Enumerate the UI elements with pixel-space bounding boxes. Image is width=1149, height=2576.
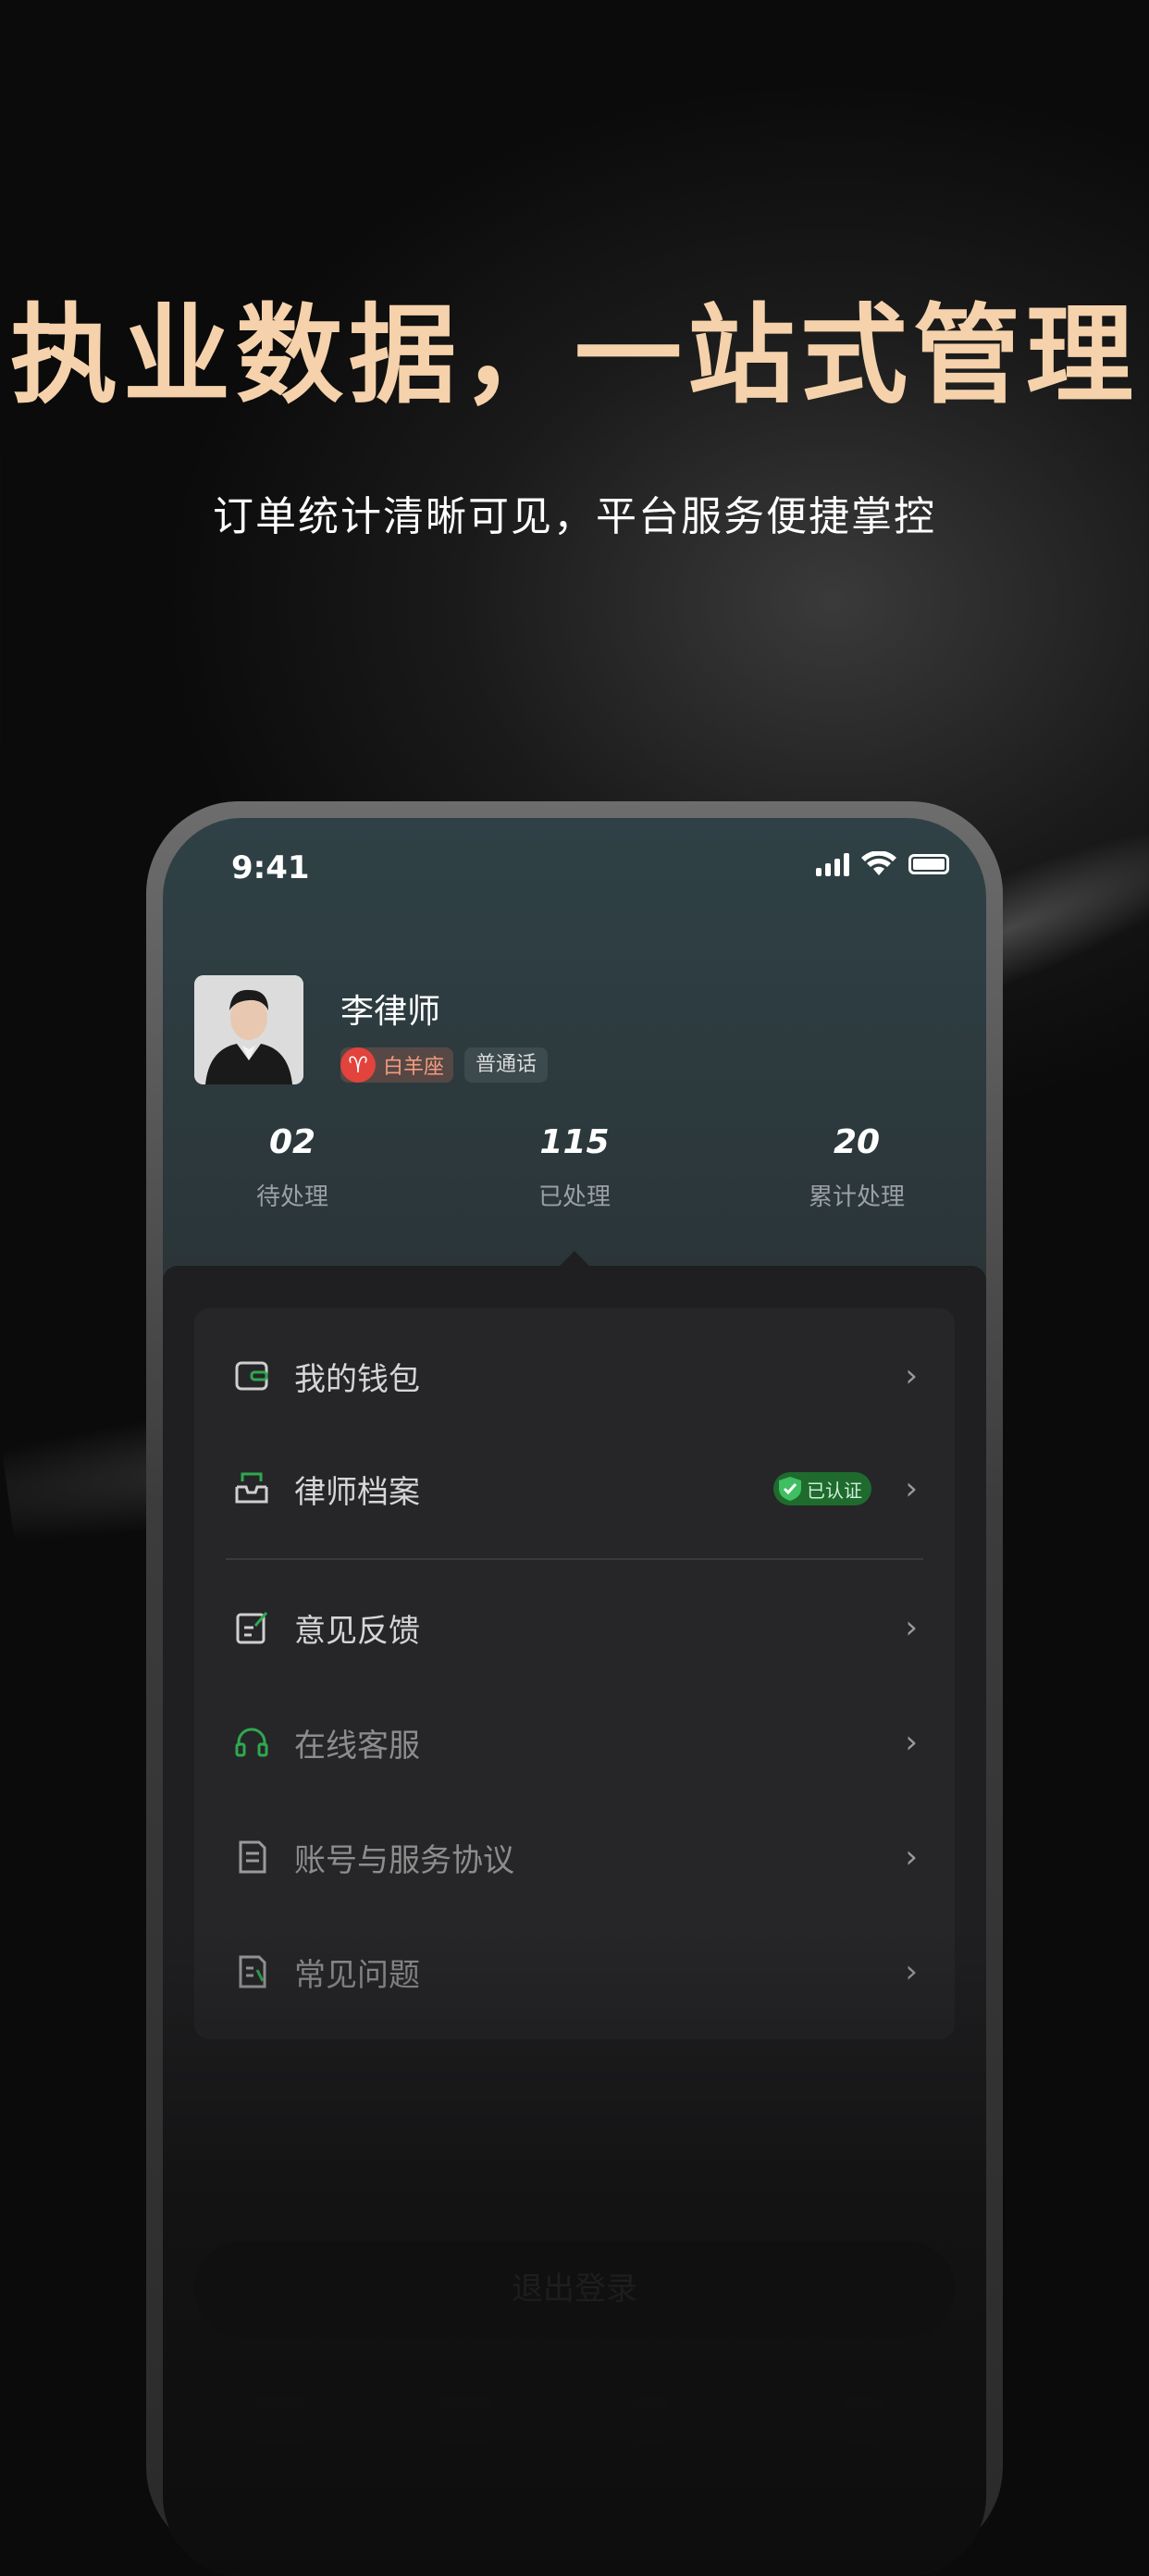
verified-badge-label: 已认证 <box>807 1479 862 1502</box>
edit-note-icon <box>236 1612 268 1644</box>
wifi-icon <box>861 851 896 875</box>
profile-info: 李律师 ♈ 白羊座 普通话 <box>340 985 549 1084</box>
aries-icon: ♈ <box>340 1047 376 1083</box>
chevron-right-icon: › <box>905 1609 918 1646</box>
chevron-right-icon: › <box>905 1357 918 1394</box>
headset-icon <box>235 1728 268 1757</box>
profile-header[interactable]: 李律师 ♈ 白羊座 普通话 <box>194 975 549 1084</box>
avatar[interactable] <box>194 975 303 1084</box>
menu-item-agreement[interactable]: 账号与服务协议 › <box>194 1806 955 1908</box>
chevron-right-icon: › <box>905 1953 918 1990</box>
chevron-right-icon: › <box>905 1724 918 1761</box>
zodiac-tag-label: 白羊座 <box>383 1056 445 1079</box>
wallet-icon <box>235 1361 268 1391</box>
stat-label: 累计处理 <box>808 1183 905 1211</box>
promo-headline: 执业数据，一站式管理 <box>10 293 1139 418</box>
profile-box-icon <box>235 1472 268 1504</box>
menu-divider <box>226 1558 923 1560</box>
menu-panel: 我的钱包 › 律师档案 已认证 › 意见反馈 › 在线客服 › 账号与服务协议 … <box>163 1251 986 2576</box>
stat-label: 已处理 <box>537 1183 611 1211</box>
promo-subline: 订单统计清晰可见，平台服务便捷掌控 <box>213 493 936 540</box>
menu-item-lawyer-profile[interactable]: 律师档案 已认证 › <box>194 1438 955 1540</box>
stat-pending[interactable]: 02 待处理 <box>218 1123 366 1212</box>
chevron-right-icon: › <box>905 1839 918 1876</box>
battery-icon <box>908 854 949 874</box>
tab-home-icon[interactable] <box>255 2395 305 2445</box>
stat-processed[interactable]: 115 已处理 <box>500 1123 649 1212</box>
tab-profile-icon[interactable] <box>838 2395 888 2445</box>
stat-label: 待处理 <box>255 1183 328 1211</box>
menu-label: 常见问题 <box>294 1956 420 1994</box>
verified-badge: 已认证 <box>773 1472 871 1505</box>
menu-item-feedback[interactable]: 意见反馈 › <box>194 1577 955 1678</box>
menu-label: 我的钱包 <box>294 1360 420 1398</box>
stat-value: 20 <box>833 1123 881 1161</box>
menu-label: 账号与服务协议 <box>294 1841 514 1879</box>
chevron-right-icon: › <box>905 1470 918 1507</box>
menu-item-wallet[interactable]: 我的钱包 › <box>194 1325 955 1427</box>
cellular-signal-icon <box>816 852 849 876</box>
document-icon <box>239 1840 266 1874</box>
menu-label: 律师档案 <box>294 1473 420 1511</box>
phone-frame: 9:41 李律师 ♈ 白羊座 普通话 02 待处理 115 已处理 20 累计处… <box>146 801 1003 2576</box>
menu-item-faq[interactable]: 常见问题 › <box>194 1921 955 2023</box>
stat-total[interactable]: 20 累计处理 <box>783 1123 931 1212</box>
lawyer-name: 李律师 <box>340 993 441 1031</box>
logout-button[interactable]: 退出登录 <box>194 2241 955 2337</box>
zodiac-tag: ♈ 白羊座 <box>340 1047 454 1083</box>
status-time: 9:41 <box>231 849 310 886</box>
panel-pointer <box>559 1251 590 1267</box>
tab-orders-icon[interactable] <box>440 2395 490 2445</box>
tab-messages-icon[interactable] <box>625 2395 675 2445</box>
profile-tags: ♈ 白羊座 普通话 <box>340 1047 549 1083</box>
status-icons <box>816 851 949 877</box>
shield-check-icon <box>779 1477 801 1501</box>
menu-label: 意见反馈 <box>294 1612 420 1650</box>
menu-card: 我的钱包 › 律师档案 已认证 › 意见反馈 › 在线客服 › 账号与服务协议 … <box>194 1308 955 2039</box>
menu-label: 在线客服 <box>294 1727 420 1765</box>
order-stats: 02 待处理 115 已处理 20 累计处理 <box>163 1123 986 1212</box>
tab-bar <box>163 2339 986 2450</box>
menu-item-support[interactable]: 在线客服 › <box>194 1691 955 1793</box>
status-bar: 9:41 <box>163 818 986 901</box>
language-tag: 普通话 <box>464 1047 549 1083</box>
phone-screen: 9:41 李律师 ♈ 白羊座 普通话 02 待处理 115 已处理 20 累计处… <box>163 818 986 2576</box>
faq-doc-icon <box>239 1955 266 1988</box>
stat-value: 02 <box>268 1123 316 1161</box>
stat-value: 115 <box>539 1123 610 1161</box>
